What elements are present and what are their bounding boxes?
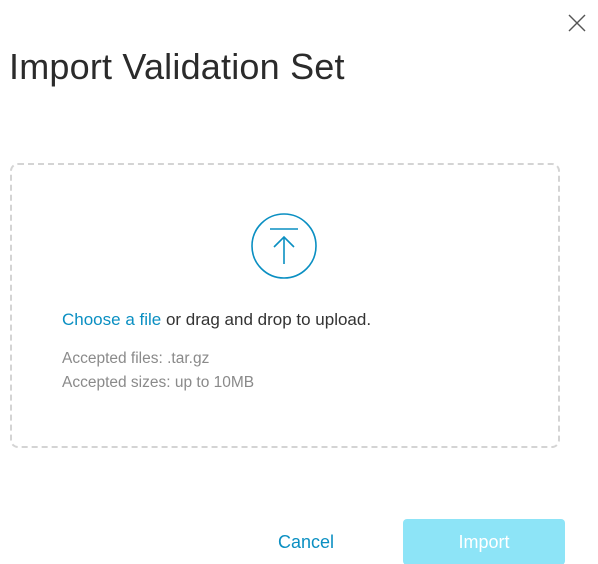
dialog-title: Import Validation Set bbox=[9, 46, 345, 87]
accepted-files-text: Accepted files: .tar.gz bbox=[62, 350, 210, 367]
cancel-button[interactable]: Cancel bbox=[258, 519, 354, 564]
upload-instruction: Choose a file or drag and drop to upload… bbox=[62, 310, 371, 330]
import-dialog: Import Validation Set Choose a file or d… bbox=[0, 0, 598, 564]
upload-arrow-icon[interactable] bbox=[246, 208, 322, 284]
import-button[interactable]: Import bbox=[403, 519, 565, 564]
accepted-sizes-text: Accepted sizes: up to 10MB bbox=[62, 374, 255, 391]
choose-file-link[interactable]: Choose a file bbox=[62, 310, 161, 329]
drag-drop-text: or drag and drop to upload. bbox=[161, 310, 372, 329]
close-icon[interactable] bbox=[566, 12, 588, 34]
file-dropzone[interactable] bbox=[10, 163, 560, 448]
